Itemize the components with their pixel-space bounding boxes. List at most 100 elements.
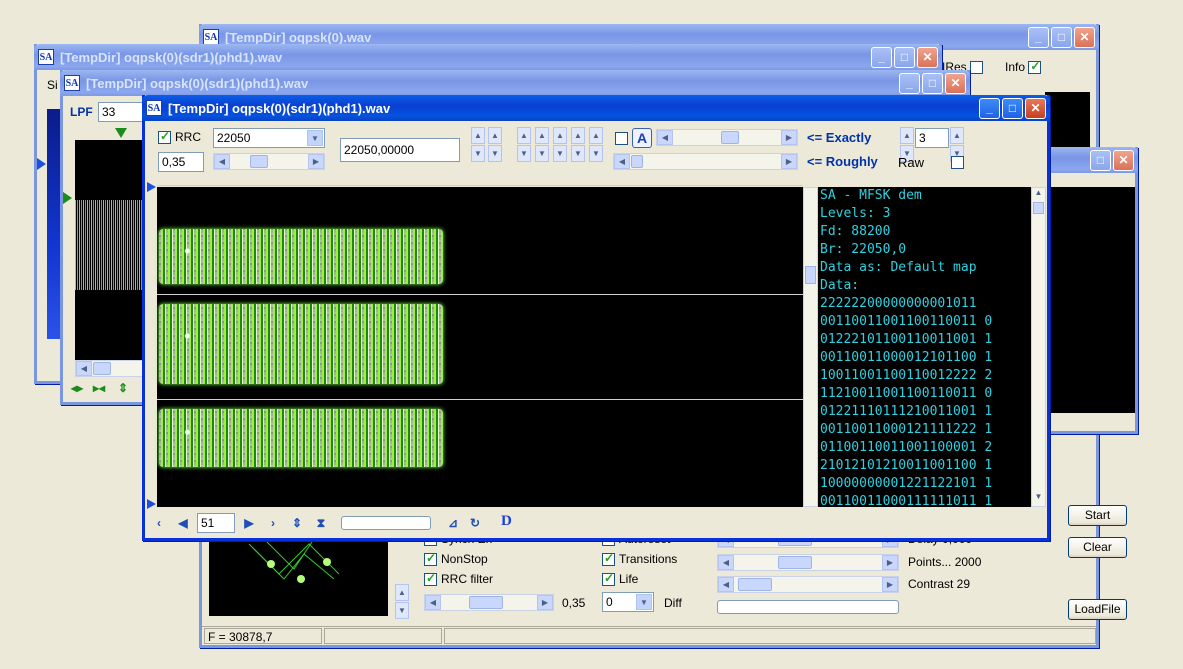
level-band-2 xyxy=(159,304,443,384)
zoom-out-icon[interactable]: ▸◂ xyxy=(91,380,107,396)
slider-thumb xyxy=(738,578,772,591)
back-window-title: [TempDir] oqpsk(0).wav xyxy=(225,29,372,45)
mid-window-2-title: [TempDir] oqpsk(0)(sdr1)(phd1).wav xyxy=(86,75,309,91)
constellation-svg xyxy=(248,538,340,583)
spinner-group-3[interactable]: ▲ ▼ xyxy=(517,127,531,163)
info-panel: SA - MFSK dem Levels: 3 Fd: 88200 Br: 22… xyxy=(818,187,1031,507)
spinner-group-7[interactable]: ▲ ▼ xyxy=(589,127,603,163)
minimize-icon[interactable]: _ xyxy=(899,72,920,94)
close-icon[interactable]: ✕ xyxy=(1074,26,1095,48)
spinner-group-4[interactable]: ▲ ▼ xyxy=(535,127,549,163)
d-button[interactable]: D xyxy=(501,513,512,530)
updown-icon[interactable]: ⇕ xyxy=(289,515,305,531)
checkbox-icon[interactable] xyxy=(424,551,437,567)
scroll-right-icon[interactable]: › xyxy=(265,515,281,531)
checkbox-icon[interactable] xyxy=(951,156,964,170)
next-icon[interactable]: ▶ xyxy=(241,515,257,531)
spin-up-icon: ▲ xyxy=(471,127,485,144)
info-label: Info xyxy=(1005,60,1026,74)
clear-button[interactable]: Clear xyxy=(1068,537,1127,558)
lpf-field[interactable]: 33 xyxy=(98,102,146,122)
spinner-group-5[interactable]: ▲ ▼ xyxy=(553,127,567,163)
maximize-icon[interactable]: □ xyxy=(1090,149,1111,171)
page-field[interactable]: 51 xyxy=(197,513,235,533)
rrc-filter-check[interactable]: RRC filter xyxy=(424,571,493,587)
checkbox-icon[interactable] xyxy=(602,571,615,587)
auto-check[interactable] xyxy=(615,131,632,146)
mid2-hscroll[interactable]: ◀ xyxy=(75,360,145,377)
minimize-icon[interactable]: _ xyxy=(1028,26,1049,48)
prev-icon[interactable]: ◀ xyxy=(175,515,191,531)
back-vscroll[interactable]: ▲ ▼ xyxy=(395,584,409,620)
info-line: 10011001100110012222 2 xyxy=(820,368,993,383)
scroll-thumb xyxy=(1033,202,1044,214)
spinner-group-6[interactable]: ▲ ▼ xyxy=(571,127,585,163)
front-window-titlebar[interactable]: SA [TempDir] oqpsk(0)(sdr1)(phd1).wav _ … xyxy=(142,95,1050,121)
roughly-slider[interactable]: ◀ ▶ xyxy=(613,153,798,170)
loadfile-button[interactable]: LoadFile xyxy=(1068,599,1127,620)
rrc-rolloff-field[interactable]: 0,35 xyxy=(158,152,204,172)
zoom-in-icon[interactable]: ◂▸ xyxy=(69,380,85,396)
lpf-marker-icon xyxy=(115,128,127,138)
info-vscroll[interactable]: ▲ ▼ xyxy=(1031,187,1046,507)
diff-combo[interactable]: 0 ▼ xyxy=(602,592,654,612)
right-window-titlebar[interactable]: □ ✕ xyxy=(1041,147,1138,173)
spinner-group-1[interactable]: ▲ ▼ xyxy=(471,127,485,163)
plot-divider xyxy=(157,399,803,400)
close-icon[interactable]: ✕ xyxy=(945,72,966,94)
nonstop-check[interactable]: NonStop xyxy=(424,551,488,567)
transitions-label: Transitions xyxy=(619,552,678,566)
checkbox-icon[interactable] xyxy=(615,132,628,146)
exactly-slider[interactable]: ◀ ▶ xyxy=(656,129,798,146)
close-icon[interactable]: ✕ xyxy=(917,46,938,68)
start-button[interactable]: Start xyxy=(1068,505,1127,526)
updown-icon[interactable]: ⇕ xyxy=(115,380,131,396)
checkbox-icon[interactable] xyxy=(1028,59,1042,75)
life-check[interactable]: Life xyxy=(602,571,638,587)
checkbox-icon[interactable] xyxy=(424,571,437,587)
raw-check[interactable] xyxy=(951,155,968,170)
maximize-icon[interactable]: □ xyxy=(1002,97,1023,119)
transitions-check[interactable]: Transitions xyxy=(602,551,678,567)
mid-window-1-titlebar[interactable]: SA [TempDir] oqpsk(0)(sdr1)(phd1).wav _ … xyxy=(34,44,942,70)
spin-up-icon: ▲ xyxy=(553,127,567,144)
minimize-icon[interactable]: _ xyxy=(871,46,892,68)
scroll-left-icon[interactable]: ‹ xyxy=(151,515,167,531)
info-line: 21012101210011001100 1 xyxy=(820,458,993,473)
points-slider[interactable]: ◀ ▶ xyxy=(717,554,899,571)
scroll-down-icon: ▼ xyxy=(395,602,409,619)
minimize-icon[interactable]: _ xyxy=(979,97,1000,119)
spin-down-icon: ▼ xyxy=(471,145,485,162)
refresh-icon[interactable]: ↻ xyxy=(467,515,483,531)
levels-field[interactable]: 3 xyxy=(915,128,949,148)
constellation-plot xyxy=(209,534,388,616)
info-line: 22222200000000001011 xyxy=(820,296,977,311)
hourglass-icon[interactable]: ⧗ xyxy=(313,515,329,531)
rate-combo-value: 22050 xyxy=(217,131,251,145)
maximize-icon[interactable]: □ xyxy=(894,46,915,68)
maximize-icon[interactable]: □ xyxy=(1051,26,1072,48)
rate-combo[interactable]: 22050 ▼ xyxy=(213,128,325,148)
rrc-check[interactable]: RRC xyxy=(158,129,201,145)
rolloff-slider[interactable]: ◀ ▶ xyxy=(424,594,554,611)
mid-window-2-titlebar[interactable]: SA [TempDir] oqpsk(0)(sdr1)(phd1).wav _ … xyxy=(60,70,970,96)
checkbox-icon[interactable] xyxy=(970,61,984,75)
a-button[interactable]: A xyxy=(632,128,652,148)
contrast-slider[interactable]: ◀ ▶ xyxy=(717,576,899,593)
checkbox-icon[interactable] xyxy=(158,129,171,145)
scroll-right-icon: ▶ xyxy=(308,154,324,169)
checkbox-icon[interactable] xyxy=(602,551,615,567)
right-window: □ ✕ xyxy=(1041,147,1138,434)
save-icon[interactable]: ⊿ xyxy=(445,515,461,531)
spinner-group-2[interactable]: ▲ ▼ xyxy=(488,127,502,163)
rate-slider[interactable]: ◀ ▶ xyxy=(213,153,325,170)
eye-plot xyxy=(157,185,803,507)
menu-fragment[interactable]: Si xyxy=(47,78,58,92)
info-check[interactable]: Info xyxy=(1005,59,1045,75)
close-icon[interactable]: ✕ xyxy=(1025,97,1046,119)
close-icon[interactable]: ✕ xyxy=(1113,149,1134,171)
plot-vscroll[interactable] xyxy=(803,187,818,507)
maximize-icon[interactable]: □ xyxy=(922,72,943,94)
rate-field[interactable]: 22050,00000 xyxy=(340,138,460,162)
chevron-down-icon: ▼ xyxy=(636,594,652,610)
